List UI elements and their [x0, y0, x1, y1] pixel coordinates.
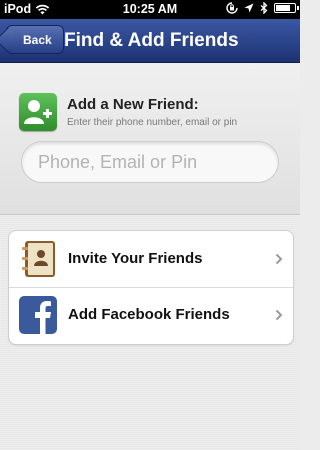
page-title: Find & Add Friends	[64, 30, 239, 51]
back-button[interactable]: Back	[6, 25, 64, 54]
bluetooth-icon	[260, 2, 268, 14]
address-book-icon	[19, 240, 57, 278]
status-bar: iPod 10:25 AM	[0, 0, 300, 19]
rotation-lock-icon	[226, 2, 238, 14]
phone-email-pin-input[interactable]	[38, 142, 258, 182]
add-facebook-friends-label: Add Facebook Friends	[68, 306, 230, 323]
back-button-label: Back	[23, 33, 52, 47]
chevron-right-icon	[275, 253, 283, 265]
location-icon	[244, 3, 254, 12]
chevron-right-icon	[275, 309, 283, 321]
add-friend-section: Add a New Friend: Enter their phone numb…	[0, 63, 300, 215]
invite-friends-row[interactable]: Invite Your Friends	[9, 231, 293, 288]
content-area: Add a New Friend: Enter their phone numb…	[0, 63, 300, 450]
friend-search-field[interactable]	[21, 141, 279, 183]
add-friend-title: Add a New Friend:	[67, 96, 199, 113]
add-contact-icon	[19, 93, 57, 131]
add-friend-subtitle: Enter their phone number, email or pin	[67, 117, 238, 128]
navigation-bar: Back Find & Add Friends	[0, 19, 300, 63]
facebook-icon	[19, 296, 57, 334]
battery-icon	[274, 3, 299, 13]
invite-friends-label: Invite Your Friends	[68, 250, 203, 267]
add-facebook-friends-row[interactable]: Add Facebook Friends	[9, 287, 293, 343]
options-list: Invite Your Friends Add Facebook Friends	[8, 230, 294, 345]
